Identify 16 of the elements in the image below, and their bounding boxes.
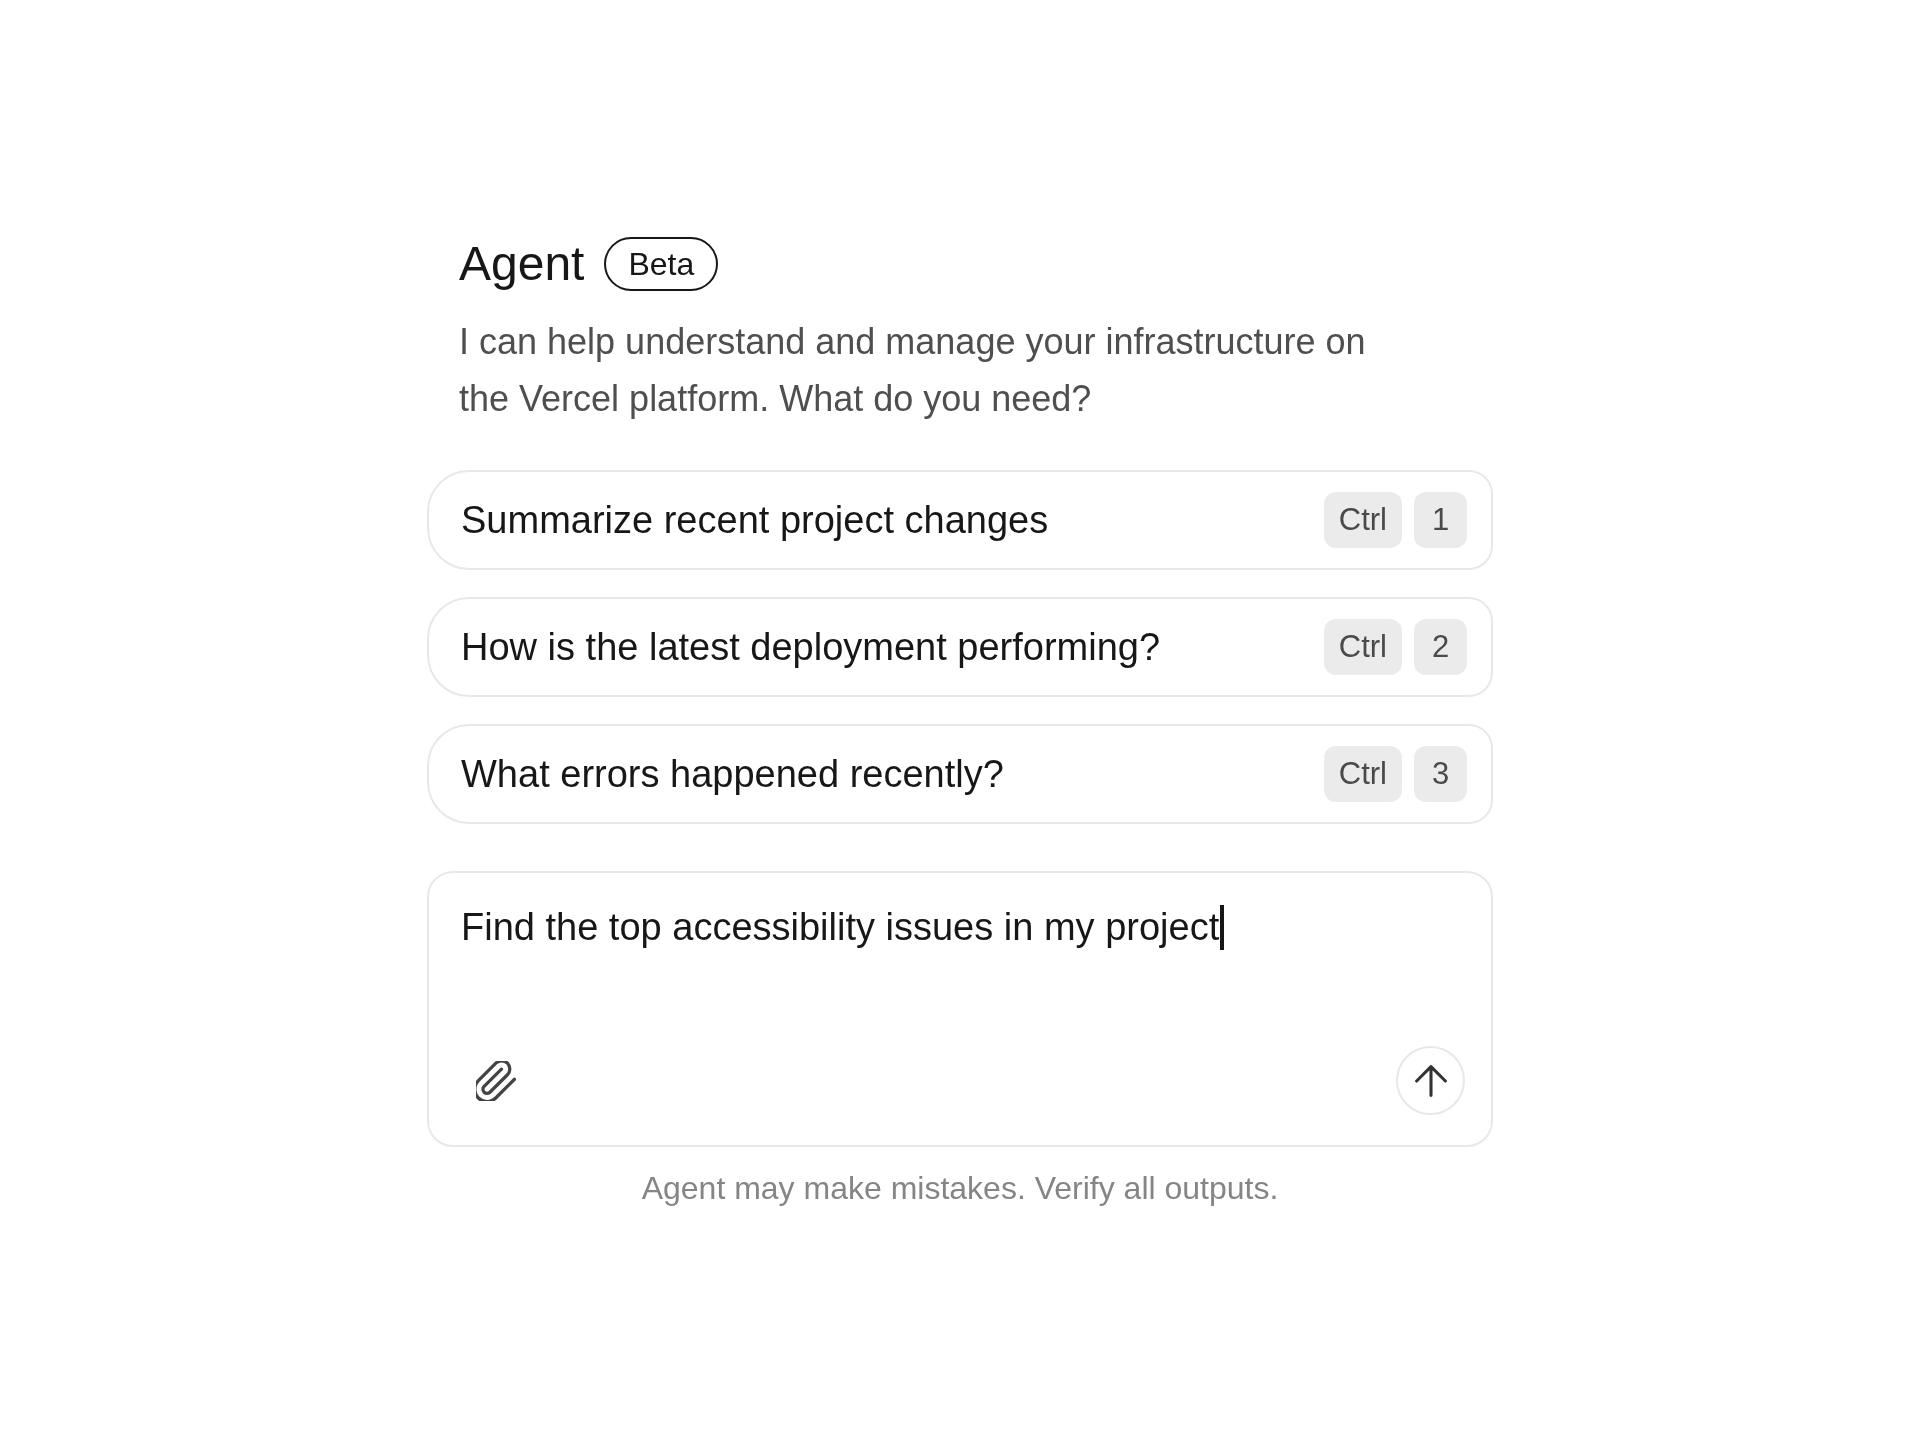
paperclip-icon	[475, 1060, 516, 1101]
keyboard-key: 2	[1414, 619, 1467, 675]
keyboard-key: Ctrl	[1323, 492, 1402, 548]
message-input[interactable]: Find the top accessibility issues in my project	[461, 903, 1465, 1046]
keyboard-key: Ctrl	[1323, 619, 1402, 675]
suggestion-button[interactable]: What errors happened recently? Ctrl 3	[427, 724, 1493, 824]
page-title: Agent	[459, 236, 585, 292]
suggestion-button[interactable]: Summarize recent project changes Ctrl 1	[427, 470, 1493, 570]
keyboard-key: Ctrl	[1323, 746, 1402, 802]
disclaimer-text: Agent may make mistakes. Verify all outputs.	[640, 1169, 1280, 1208]
suggestion-button[interactable]: How is the latest deployment performing? Ctrl 2	[427, 597, 1493, 697]
keyboard-key: 3	[1414, 746, 1467, 802]
intro-text: I can help understand and manage your infrastructure on the Vercel platform. What do you need?	[459, 320, 1367, 421]
beta-badge: Beta	[604, 237, 719, 291]
keyboard-key: 1	[1414, 492, 1467, 548]
arrow-up-icon	[1414, 1064, 1447, 1097]
